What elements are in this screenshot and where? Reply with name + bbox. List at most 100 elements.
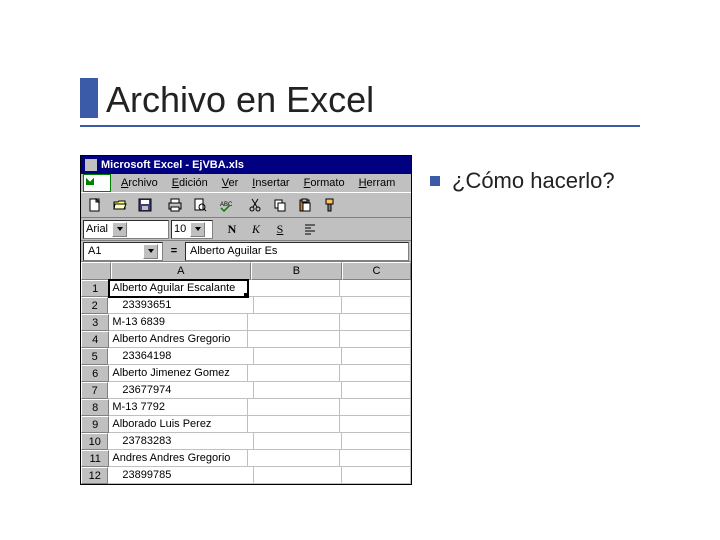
row-header[interactable]: 1: [81, 280, 109, 297]
bullet-text: ¿Cómo hacerlo?: [452, 168, 615, 194]
col-header-c[interactable]: C: [342, 262, 411, 280]
cell[interactable]: [254, 467, 343, 484]
menu-ver[interactable]: Ver: [216, 176, 245, 190]
window-titlebar[interactable]: Microsoft Excel - EjVBA.xls: [81, 156, 411, 174]
print-icon[interactable]: [163, 194, 187, 216]
standard-toolbar: ABC: [81, 192, 411, 218]
font-name-combo[interactable]: Arial: [83, 220, 169, 239]
cell[interactable]: [340, 314, 411, 331]
row-header[interactable]: 4: [81, 331, 109, 348]
equals-label: =: [167, 245, 181, 257]
cell[interactable]: Alberto Andres Gregorio: [109, 331, 248, 348]
cell[interactable]: [254, 297, 343, 314]
cell[interactable]: [248, 399, 340, 416]
table-row: 1023783283: [81, 433, 411, 450]
format-painter-icon[interactable]: [318, 194, 342, 216]
save-icon[interactable]: [133, 194, 157, 216]
col-header-a[interactable]: A: [111, 262, 251, 280]
cell[interactable]: M-13 6839: [109, 314, 248, 331]
cell[interactable]: Alberto Aguilar Escalante: [109, 280, 248, 297]
cell[interactable]: 23899785: [108, 467, 253, 484]
cell[interactable]: [254, 433, 343, 450]
cell[interactable]: [342, 348, 411, 365]
formula-bar[interactable]: Alberto Aguilar Es: [185, 242, 409, 261]
table-row: 723677974: [81, 382, 411, 399]
table-row: 11Andres Andres Gregorio: [81, 450, 411, 467]
table-row: 1223899785: [81, 467, 411, 484]
row-header[interactable]: 8: [81, 399, 109, 416]
row-header[interactable]: 5: [81, 348, 108, 365]
cell[interactable]: [342, 467, 411, 484]
bold-button[interactable]: N: [221, 219, 243, 239]
title-accent: [80, 78, 98, 118]
menu-edicion[interactable]: Edición: [166, 176, 214, 190]
row-header[interactable]: 3: [81, 314, 109, 331]
cell[interactable]: [248, 416, 340, 433]
menu-insertar[interactable]: Insertar: [246, 176, 295, 190]
svg-text:ABC: ABC: [220, 202, 232, 208]
cell[interactable]: 23677974: [108, 382, 253, 399]
copy-icon[interactable]: [268, 194, 292, 216]
align-left-icon[interactable]: [299, 219, 321, 239]
name-box[interactable]: A1: [83, 242, 163, 261]
menu-herram[interactable]: Herram: [353, 176, 402, 190]
dropdown-icon[interactable]: [190, 222, 205, 237]
row-header[interactable]: 6: [81, 365, 109, 382]
row-header[interactable]: 9: [81, 416, 109, 433]
cell[interactable]: [340, 399, 411, 416]
cell[interactable]: [342, 433, 411, 450]
row-header[interactable]: 12: [81, 467, 108, 484]
cell[interactable]: [248, 280, 340, 297]
slide-title: Archivo en Excel: [106, 79, 374, 121]
font-size-value: 10: [174, 223, 186, 235]
menu-formato[interactable]: Formato: [298, 176, 351, 190]
font-name-value: Arial: [86, 223, 108, 235]
cut-icon[interactable]: [243, 194, 267, 216]
cell[interactable]: 23393651: [108, 297, 253, 314]
slide-bullet-block: ¿Cómo hacerlo?: [430, 168, 615, 194]
select-all-corner[interactable]: [81, 262, 111, 280]
table-row: 8M-13 7792: [81, 399, 411, 416]
font-size-combo[interactable]: 10: [171, 220, 213, 239]
underline-button[interactable]: S: [269, 219, 291, 239]
cell[interactable]: M-13 7792: [109, 399, 248, 416]
row-header[interactable]: 2: [81, 297, 108, 314]
paste-icon[interactable]: [293, 194, 317, 216]
menu-archivo[interactable]: Archivo: [115, 176, 164, 190]
cell[interactable]: [340, 280, 411, 297]
cell[interactable]: [248, 331, 340, 348]
col-header-b[interactable]: B: [251, 262, 342, 280]
table-row: 6Alberto Jimenez Gomez: [81, 365, 411, 382]
dropdown-icon[interactable]: [143, 244, 158, 259]
cell[interactable]: Alborado Luis Perez: [109, 416, 248, 433]
preview-icon[interactable]: [188, 194, 212, 216]
excel-doc-icon[interactable]: [83, 174, 111, 192]
table-row: 223393651: [81, 297, 411, 314]
cell[interactable]: [340, 450, 411, 467]
cell[interactable]: Andres Andres Gregorio: [109, 450, 248, 467]
cell[interactable]: [248, 314, 340, 331]
cell[interactable]: 23783283: [108, 433, 253, 450]
cell[interactable]: [248, 450, 340, 467]
cell[interactable]: [340, 331, 411, 348]
cell[interactable]: [340, 365, 411, 382]
row-header[interactable]: 11: [81, 450, 109, 467]
cell[interactable]: Alberto Jimenez Gomez: [109, 365, 248, 382]
dropdown-icon[interactable]: [112, 222, 127, 237]
cell[interactable]: [254, 348, 343, 365]
column-headers: A B C: [81, 262, 411, 280]
cell[interactable]: [342, 297, 411, 314]
cell[interactable]: [254, 382, 343, 399]
menu-bar: Archivo Edición Ver Insertar Formato Her…: [81, 174, 411, 192]
row-header[interactable]: 10: [81, 433, 108, 450]
open-icon[interactable]: [108, 194, 132, 216]
new-icon[interactable]: [83, 194, 107, 216]
cell[interactable]: [340, 416, 411, 433]
italic-button[interactable]: K: [245, 219, 267, 239]
formula-bar-row: A1 = Alberto Aguilar Es: [81, 241, 411, 262]
cell[interactable]: 23364198: [108, 348, 253, 365]
cell[interactable]: [248, 365, 340, 382]
row-header[interactable]: 7: [81, 382, 108, 399]
cell[interactable]: [342, 382, 411, 399]
spell-icon[interactable]: ABC: [213, 194, 237, 216]
